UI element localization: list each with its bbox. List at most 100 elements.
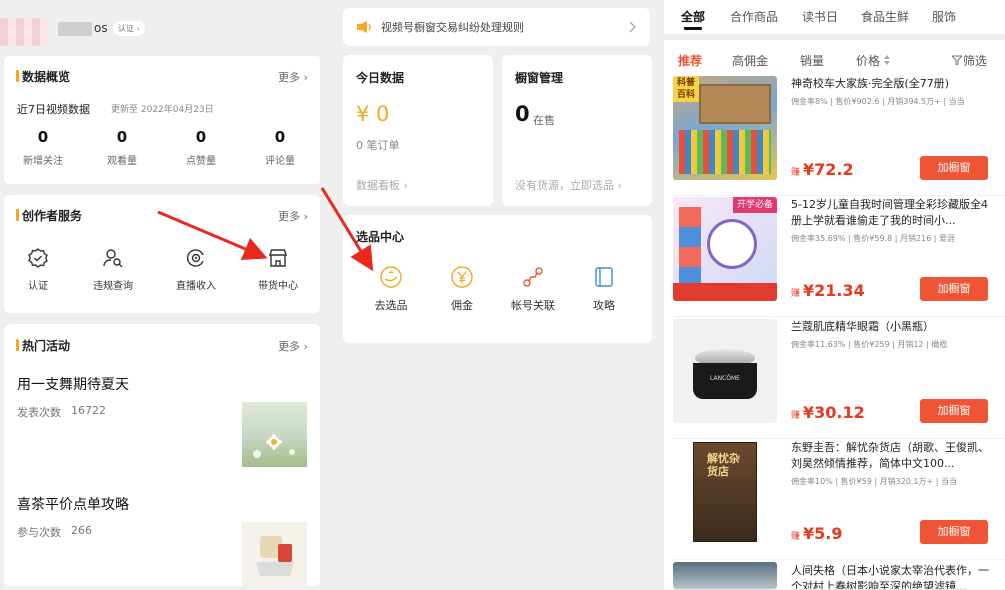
book-box	[699, 84, 771, 124]
product-image-tag: 开学必备	[733, 197, 777, 213]
selection-pick-products[interactable]: 去选品	[356, 265, 426, 313]
dashboard-link[interactable]: 数据看板 ›	[356, 177, 408, 193]
add-to-showcase-button[interactable]: 加橱窗	[920, 399, 988, 423]
product-image-brand: LANCÔME	[710, 375, 740, 382]
filter-icon	[952, 55, 962, 65]
left-panel: os 认证 › 数据概览 更多 › 近7日视频数据 更新至 2022年04月23…	[0, 0, 328, 589]
activity-count: 266	[71, 524, 92, 537]
hot-activities-card: 热门活动 更多 › 用一支舞期待夏天 发表次数 16722 喜茶平价点单攻略 参…	[4, 324, 320, 586]
tab-reading-day[interactable]: 读书日	[802, 8, 838, 25]
sort-sales[interactable]: 销量	[800, 52, 824, 69]
sort-arrows-icon	[884, 55, 890, 65]
card-title: 橱窗管理	[515, 71, 564, 85]
chevron-right-icon	[629, 21, 636, 33]
avatar[interactable]	[0, 18, 48, 46]
account-header: os 认证 ›	[0, 8, 328, 48]
product-price: 赚 ¥5.9	[791, 524, 843, 543]
product-name: 东野圭吾：解忧杂货店（胡歌、王俊凯、刘昊然倾情推荐，简体中文100...	[791, 441, 989, 470]
selection-commission[interactable]: 佣金	[427, 265, 497, 313]
account-link-icon	[523, 267, 543, 287]
range-label: 近7日视频数据	[17, 103, 90, 116]
verify-badge[interactable]: 认证 ›	[113, 21, 145, 36]
showcase-manage-card[interactable]: 橱窗管理 0 在售 没有货源，立即选品 ›	[502, 55, 652, 206]
section-title: 创作者服务	[15, 209, 83, 223]
selection-account-link[interactable]: 帐号关联	[498, 265, 568, 313]
activity-item[interactable]: 用一支舞期待夏天 发表次数 16722	[4, 372, 320, 472]
middle-panel: 视频号橱窗交易纠纷处理规则 今日数据 ¥ 0 0 笔订单 数据看板 › 橱窗管理…	[330, 0, 662, 589]
tab-cooperation[interactable]: 合作商品	[730, 8, 778, 25]
product-item[interactable]: 解忧杂货店 东野圭吾：解忧杂货店（胡歌、王俊凯、刘昊然倾情推荐，简体中文100.…	[673, 440, 1005, 560]
pick-products-icon	[380, 266, 402, 288]
sort-recommend[interactable]: 推荐	[678, 52, 702, 69]
add-to-showcase-button[interactable]: 加橱窗	[920, 277, 988, 301]
card-title: 今日数据	[356, 71, 405, 85]
stat-likes[interactable]: 0 点赞量	[166, 128, 236, 167]
today-orders: 0 笔订单	[356, 139, 400, 152]
product-price: 赚 ¥21.34	[791, 281, 865, 300]
product-meta: 佣金率8% | 售价¥902.6 | 月销394.5万+ | 当当	[791, 97, 965, 106]
sort-high-commission[interactable]: 高佣金	[732, 52, 768, 69]
activity-item[interactable]: 喜茶平价点单攻略 参与次数 266	[4, 492, 320, 586]
showcase-count: 0	[515, 102, 530, 126]
add-to-showcase-button[interactable]: 加橱窗	[920, 520, 988, 544]
tab-all[interactable]: 全部	[681, 8, 705, 30]
store-icon	[269, 249, 287, 267]
product-image: 科普 百科	[673, 76, 777, 180]
showcase-count-unit: 在售	[533, 114, 555, 127]
sort-filter[interactable]: 筛选	[963, 52, 987, 69]
product-meta: 佣金率11.63% | 售价¥259 | 月销12 | 橄榄	[791, 340, 948, 349]
live-income-icon	[186, 249, 204, 267]
selection-center-card: 选品中心 去选品 佣金 帐号关联 攻略	[343, 215, 652, 343]
tab-clothing[interactable]: 服饰	[932, 8, 956, 25]
today-amount: ¥ 0	[356, 102, 390, 126]
selection-guide[interactable]: 攻略	[569, 265, 639, 313]
stat-followers[interactable]: 0 新增关注	[8, 128, 78, 167]
verified-badge-icon	[28, 248, 48, 268]
product-item[interactable]: LANCÔME 兰蔻肌底精华眼霜（小黑瓶） 佣金率11.63% | 售价¥259…	[673, 319, 1005, 439]
activity-thumbnail	[242, 402, 307, 467]
product-meta: 佣金率35.69% | 售价¥59.8 | 月销216 | 爱涯	[791, 234, 956, 243]
book-stack	[679, 130, 771, 174]
account-name-suffix: os	[94, 21, 108, 35]
service-verify[interactable]: 认证	[3, 247, 73, 292]
category-tabs: 全部 合作商品 读书日 食品生鲜 服饰	[664, 0, 1005, 34]
product-meta: 佣金率10% | 售价¥59 | 月销320.1万+ | 当当	[791, 477, 957, 486]
stat-comments[interactable]: 0 评论量	[245, 128, 315, 167]
product-item[interactable]: 科普 百科 神奇校车大家族·完全版(全77册) 佣金率8% | 售价¥902.6 …	[673, 76, 1005, 196]
yen-coin-icon	[451, 266, 473, 288]
tea-cup-icon	[256, 536, 294, 576]
pick-products-link[interactable]: 没有货源，立即选品 ›	[515, 177, 622, 193]
activity-title: 用一支舞期待夏天	[17, 377, 129, 393]
stat-views[interactable]: 0 观看量	[87, 128, 157, 167]
product-name: 5-12岁儿童自我时间管理全彩珍藏版全4册上学就看谁偷走了我的时间小...	[791, 198, 988, 227]
daisy-icon	[253, 434, 295, 458]
more-link[interactable]: 更多 ›	[278, 338, 308, 354]
product-item[interactable]: 人间失格（日本小说家太宰治代表作，一个对村上春树影响至深的绝望滤镜...	[673, 562, 1005, 589]
activity-count-label: 参与次数	[17, 526, 61, 539]
notice-text: 视频号橱窗交易纠纷处理规则	[381, 21, 524, 34]
product-image: 开学必备	[673, 197, 777, 301]
megaphone-icon	[357, 21, 371, 33]
service-violation-query[interactable]: 违规查询	[78, 247, 148, 292]
tab-fresh-food[interactable]: 食品生鲜	[861, 8, 909, 25]
product-panel: 全部 合作商品 读书日 食品生鲜 服饰 推荐 高佣金 销量 价格 筛选 科普 百科…	[664, 0, 1005, 589]
sort-price[interactable]: 价格	[856, 52, 880, 69]
more-link[interactable]: 更多 ›	[278, 69, 308, 85]
product-image: LANCÔME	[673, 319, 777, 423]
product-name: 神奇校车大家族·完全版(全77册)	[791, 77, 950, 90]
add-to-showcase-button[interactable]: 加橱窗	[920, 156, 988, 180]
today-data-card[interactable]: 今日数据 ¥ 0 0 笔订单 数据看板 ›	[343, 55, 493, 206]
product-image-tag: 科普 百科	[673, 76, 699, 102]
service-live-income[interactable]: 直播收入	[161, 247, 231, 292]
notice-bar[interactable]: 视频号橱窗交易纠纷处理规则	[343, 8, 650, 46]
more-link[interactable]: 更多 ›	[278, 208, 308, 224]
product-name: 人间失格（日本小说家太宰治代表作，一个对村上春树影响至深的绝望滤镜...	[791, 564, 989, 589]
product-image: 解忧杂货店	[673, 440, 777, 544]
service-sales-center[interactable]: 带货中心	[243, 247, 313, 292]
product-item[interactable]: 开学必备 5-12岁儿童自我时间管理全彩珍藏版全4册上学就看谁偷走了我的时间小.…	[673, 197, 1005, 317]
clock-art	[707, 219, 757, 269]
section-title: 数据概览	[15, 70, 71, 84]
data-overview-card: 数据概览 更多 › 近7日视频数据 更新至 2022年04月23日 0 新增关注 …	[4, 56, 320, 184]
activity-count-label: 发表次数	[17, 406, 61, 419]
sort-bar: 推荐 高佣金 销量 价格 筛选	[664, 40, 1005, 72]
